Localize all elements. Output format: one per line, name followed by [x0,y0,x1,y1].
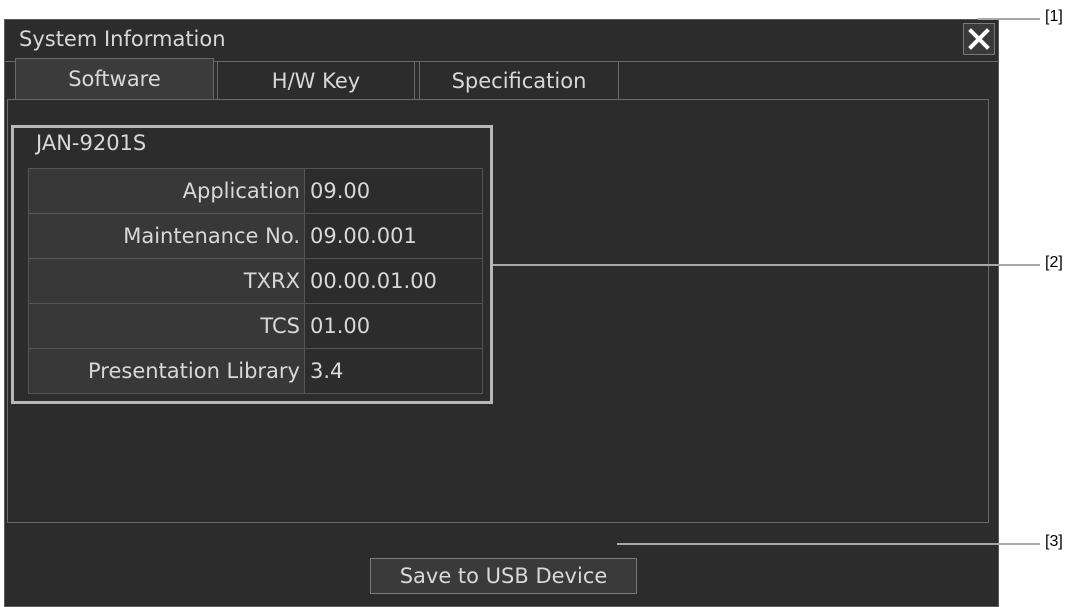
tab-hw-key[interactable]: H/W Key [217,61,415,100]
tab-specification-label: Specification [451,69,587,93]
callout-label-2: [2] [1045,254,1063,271]
highlight-frame [11,125,493,404]
dialog-title: System Information [19,27,226,51]
close-icon [968,28,990,50]
callout-label-3: [3] [1045,533,1063,550]
close-button[interactable] [963,23,995,55]
callout-line-2 [493,264,1040,266]
tab-specification[interactable]: Specification [419,61,619,100]
save-to-usb-label: Save to USB Device [399,564,608,588]
callout-label-1: [1] [1045,8,1063,25]
callout-line-1 [978,18,1040,20]
tab-software-label: Software [68,67,161,91]
callout-line-3 [617,543,1040,545]
tab-software[interactable]: Software [15,58,214,99]
tab-hw-key-label: H/W Key [271,69,361,93]
save-to-usb-button[interactable]: Save to USB Device [370,558,637,594]
title-bar: System Information [5,20,998,62]
